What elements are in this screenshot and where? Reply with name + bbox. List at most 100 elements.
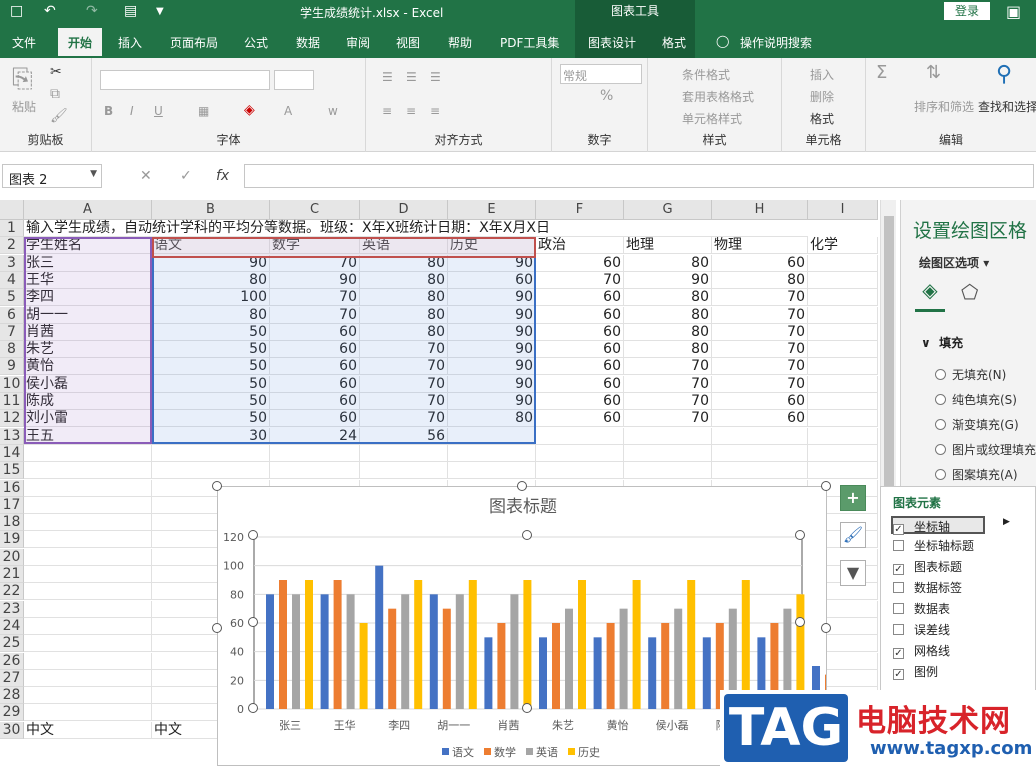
bar[interactable] bbox=[414, 580, 423, 709]
cell[interactable] bbox=[624, 427, 712, 445]
cell[interactable] bbox=[624, 444, 712, 462]
align-bottom-icon[interactable]: ☰ bbox=[430, 70, 441, 84]
fill-section-toggle[interactable]: ∨ 填充 bbox=[921, 334, 963, 351]
tab-help[interactable]: 帮助 bbox=[448, 34, 472, 51]
chart-styles-brush-icon[interactable]: 🖌 bbox=[840, 522, 866, 548]
tab-pdf-tools[interactable]: PDF工具集 bbox=[500, 34, 559, 51]
cell[interactable]: 90 bbox=[448, 254, 536, 272]
bar[interactable] bbox=[388, 608, 397, 709]
cell[interactable]: 70 bbox=[270, 254, 360, 272]
cell[interactable]: 90 bbox=[448, 323, 536, 341]
row-header[interactable]: 15 bbox=[0, 462, 24, 480]
cell[interactable] bbox=[624, 462, 712, 480]
cell[interactable]: 物理 bbox=[712, 237, 808, 255]
row-header[interactable]: 12 bbox=[0, 410, 24, 428]
cell[interactable]: 语文 bbox=[152, 237, 270, 255]
tab-home[interactable]: 开始 bbox=[58, 28, 103, 58]
legend-label[interactable]: 英语 bbox=[536, 745, 558, 759]
resize-handle[interactable] bbox=[212, 623, 222, 633]
bar[interactable] bbox=[442, 608, 451, 709]
pattern-fill-radio[interactable]: 图案填充(A) bbox=[935, 466, 1018, 483]
row-header[interactable]: 5 bbox=[0, 289, 24, 307]
cell[interactable]: 70 bbox=[360, 358, 448, 376]
legend-label[interactable]: 历史 bbox=[578, 746, 600, 759]
cell[interactable]: 60 bbox=[536, 393, 624, 410]
cell[interactable] bbox=[808, 341, 878, 359]
cell[interactable] bbox=[536, 462, 624, 480]
format-as-table-button[interactable]: 套用表格格式 bbox=[682, 88, 754, 105]
cell[interactable]: 90 bbox=[448, 358, 536, 376]
bar[interactable] bbox=[593, 637, 602, 709]
format-painter-icon[interactable]: 🖌 bbox=[50, 108, 68, 124]
chart-filters-funnel-icon[interactable]: ▼ bbox=[840, 560, 866, 586]
bar[interactable] bbox=[619, 608, 628, 709]
ribbon-display-options-icon[interactable]: ▣ bbox=[1006, 2, 1021, 21]
align-right-icon[interactable]: ≡ bbox=[430, 104, 440, 118]
cell[interactable] bbox=[24, 617, 152, 635]
bar[interactable] bbox=[539, 637, 547, 709]
delete-cells-button[interactable]: 删除 bbox=[810, 88, 834, 105]
row-header[interactable]: 28 bbox=[0, 687, 24, 705]
cell[interactable]: 70 bbox=[536, 271, 624, 289]
cell[interactable]: 80 bbox=[624, 341, 712, 359]
chart-element-option[interactable]: 数据表 bbox=[893, 600, 950, 618]
percent-icon[interactable]: % bbox=[600, 88, 613, 104]
column-header[interactable]: D bbox=[360, 200, 448, 220]
font-size-combo[interactable] bbox=[274, 70, 314, 90]
column-header[interactable]: B bbox=[152, 200, 270, 220]
chart-element-option[interactable]: ✓ 网格线 bbox=[893, 642, 950, 660]
cell[interactable]: 70 bbox=[360, 393, 448, 410]
cell[interactable]: 70 bbox=[360, 375, 448, 393]
tab-format[interactable]: 格式 bbox=[662, 34, 686, 51]
cell[interactable]: 肖茜 bbox=[24, 323, 152, 341]
cell[interactable]: 90 bbox=[270, 271, 360, 289]
plot-area-handle[interactable] bbox=[795, 617, 805, 627]
column-header[interactable]: A bbox=[24, 200, 152, 220]
plot-area-handle[interactable] bbox=[248, 530, 258, 540]
column-header[interactable]: E bbox=[448, 200, 536, 220]
cell[interactable]: 80 bbox=[624, 254, 712, 272]
cell[interactable]: 50 bbox=[152, 410, 270, 428]
cell[interactable]: 英语 bbox=[360, 237, 448, 255]
cell[interactable]: 70 bbox=[624, 375, 712, 393]
cell[interactable] bbox=[270, 444, 360, 462]
cell[interactable] bbox=[448, 462, 536, 480]
cell[interactable]: 60 bbox=[536, 306, 624, 324]
bar[interactable] bbox=[565, 608, 573, 709]
tab-formulas[interactable]: 公式 bbox=[244, 34, 268, 51]
cell[interactable]: 80 bbox=[360, 289, 448, 307]
row-header[interactable]: 29 bbox=[0, 704, 24, 722]
row-header[interactable]: 17 bbox=[0, 496, 24, 514]
cell[interactable] bbox=[270, 462, 360, 480]
chart-elements-plus-icon[interactable]: + bbox=[840, 485, 866, 511]
bar[interactable] bbox=[359, 623, 368, 709]
bar[interactable] bbox=[468, 580, 477, 709]
plot-area-handle[interactable] bbox=[248, 617, 258, 627]
align-center-icon[interactable]: ≡ bbox=[406, 104, 416, 118]
cell[interactable]: 90 bbox=[152, 254, 270, 272]
format-cells-button[interactable]: 格式 bbox=[810, 110, 834, 127]
cell[interactable] bbox=[24, 566, 152, 583]
cell[interactable] bbox=[448, 444, 536, 462]
number-format-combo[interactable]: 常规 bbox=[560, 64, 642, 84]
cell[interactable]: 60 bbox=[270, 410, 360, 428]
cell[interactable]: 70 bbox=[712, 323, 808, 341]
cell[interactable]: 60 bbox=[270, 375, 360, 393]
phonetic-icon[interactable]: w bbox=[328, 104, 338, 118]
cell[interactable]: 56 bbox=[360, 427, 448, 445]
cell[interactable]: 70 bbox=[712, 289, 808, 307]
legend-label[interactable]: 语文 bbox=[452, 745, 474, 759]
chart-element-option[interactable]: 误差线 bbox=[893, 621, 950, 639]
solid-fill-radio[interactable]: 纯色填充(S) bbox=[935, 391, 1017, 408]
chart-element-option[interactable]: ✓ 坐标轴 bbox=[891, 516, 985, 535]
cell[interactable]: 60 bbox=[270, 393, 360, 410]
tab-view[interactable]: 视图 bbox=[396, 34, 420, 51]
cell[interactable]: 李四 bbox=[24, 289, 152, 307]
cell[interactable] bbox=[24, 704, 152, 722]
cell[interactable] bbox=[24, 583, 152, 601]
cell[interactable]: 90 bbox=[448, 393, 536, 410]
cell[interactable]: 70 bbox=[712, 341, 808, 359]
row-header[interactable]: 14 bbox=[0, 444, 24, 462]
cut-icon[interactable]: ✂ bbox=[50, 64, 62, 80]
cell[interactable] bbox=[808, 410, 878, 428]
